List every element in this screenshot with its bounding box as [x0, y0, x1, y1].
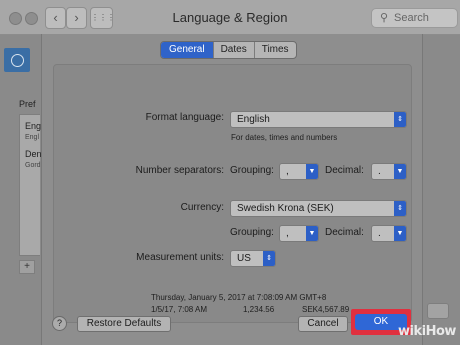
currency-sample: SEK4,567.89: [302, 305, 350, 314]
updown-chevron-icon: ⇕: [394, 112, 406, 127]
number-sample: 1,234.56: [243, 305, 275, 314]
date-sample-long: Thursday, January 5, 2017 at 7:08:09 AM …: [151, 293, 327, 302]
chevron-down-icon: ▼: [394, 164, 406, 179]
language-list-item[interactable]: Den Gord: [25, 149, 42, 169]
preferred-languages-label: Pref: [19, 99, 36, 109]
search-icon: ⚲: [380, 12, 389, 24]
watermark-logo: wikiHow: [398, 324, 456, 339]
measurement-units-label: Measurement units:: [136, 252, 224, 263]
number-grouping-popup[interactable]: , ▼: [279, 163, 319, 180]
grouping-label: Grouping:: [230, 165, 274, 176]
currency-decimal-popup[interactable]: . ▼: [371, 225, 407, 242]
currency-decimal-label: Decimal:: [325, 227, 364, 238]
search-field[interactable]: ⚲ Search: [371, 8, 458, 28]
help-button[interactable]: ?: [52, 316, 67, 331]
tab-dates[interactable]: Dates: [212, 42, 254, 58]
globe-flag-icon: [4, 48, 30, 72]
chevron-down-icon: ▼: [394, 226, 406, 241]
tab-bar: General Dates Times: [160, 41, 297, 59]
chevron-down-icon: ▼: [306, 164, 318, 179]
chevron-down-icon: ▼: [306, 226, 318, 241]
cancel-button[interactable]: Cancel: [298, 316, 348, 332]
window-titlebar: ‹ › ⋮⋮⋮ Language & Region ⚲ Search: [0, 0, 460, 35]
number-decimal-popup[interactable]: . ▼: [371, 163, 407, 180]
format-language-popup[interactable]: English ⇕: [230, 111, 407, 128]
general-settings-panel: Format language: English ⇕ For dates, ti…: [53, 64, 412, 323]
advanced-button-partial[interactable]: [427, 303, 449, 319]
number-separators-label: Number separators:: [135, 165, 224, 176]
language-list-item[interactable]: Eng Engl: [25, 121, 41, 141]
currency-grouping-popup[interactable]: , ▼: [279, 225, 319, 242]
tab-general[interactable]: General: [161, 42, 213, 58]
currency-label: Currency:: [180, 202, 224, 213]
tab-times[interactable]: Times: [253, 42, 296, 58]
updown-chevron-icon: ⇕: [394, 201, 406, 216]
currency-grouping-label: Grouping:: [230, 227, 274, 238]
advanced-settings-sheet: General Dates Times Format language: Eng…: [41, 34, 423, 345]
updown-chevron-icon: ⇕: [263, 251, 275, 266]
format-language-label: Format language:: [145, 112, 224, 123]
format-language-hint: For dates, times and numbers: [231, 133, 338, 142]
decimal-label: Decimal:: [325, 165, 364, 176]
date-sample-short: 1/5/17, 7:08 AM: [151, 305, 208, 314]
currency-popup[interactable]: Swedish Krona (SEK) ⇕: [230, 200, 407, 217]
restore-defaults-button[interactable]: Restore Defaults: [77, 316, 171, 332]
preferred-languages-list[interactable]: Eng Engl Den Gord: [19, 114, 42, 256]
measurement-units-popup[interactable]: US ⇕: [230, 250, 276, 267]
add-language-button[interactable]: +: [19, 260, 35, 274]
search-placeholder: Search: [394, 12, 429, 24]
